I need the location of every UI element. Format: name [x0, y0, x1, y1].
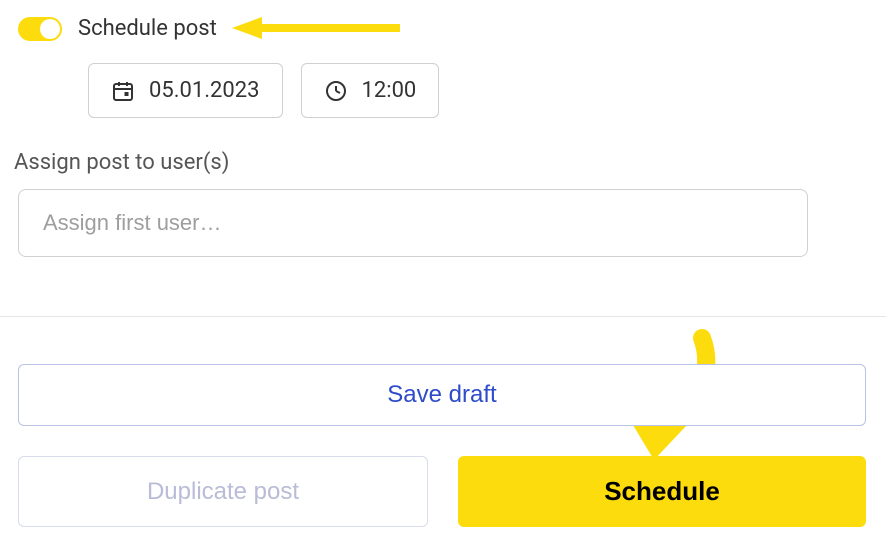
- schedule-button[interactable]: Schedule: [458, 456, 866, 527]
- time-value: 12:00: [362, 78, 417, 103]
- assign-label: Assign post to user(s): [14, 150, 868, 175]
- time-picker[interactable]: 12:00: [301, 63, 440, 118]
- schedule-post-label: Schedule post: [78, 16, 217, 41]
- date-picker[interactable]: 05.01.2023: [88, 63, 283, 118]
- duplicate-post-button[interactable]: Duplicate post: [18, 456, 428, 527]
- assign-user-input[interactable]: [18, 189, 808, 257]
- schedule-post-toggle[interactable]: [18, 17, 62, 41]
- date-value: 05.01.2023: [149, 78, 260, 103]
- calendar-icon: [111, 79, 135, 103]
- toggle-knob: [40, 19, 60, 39]
- divider: [0, 316, 886, 317]
- clock-icon: [324, 79, 348, 103]
- save-draft-button[interactable]: Save draft: [18, 364, 866, 426]
